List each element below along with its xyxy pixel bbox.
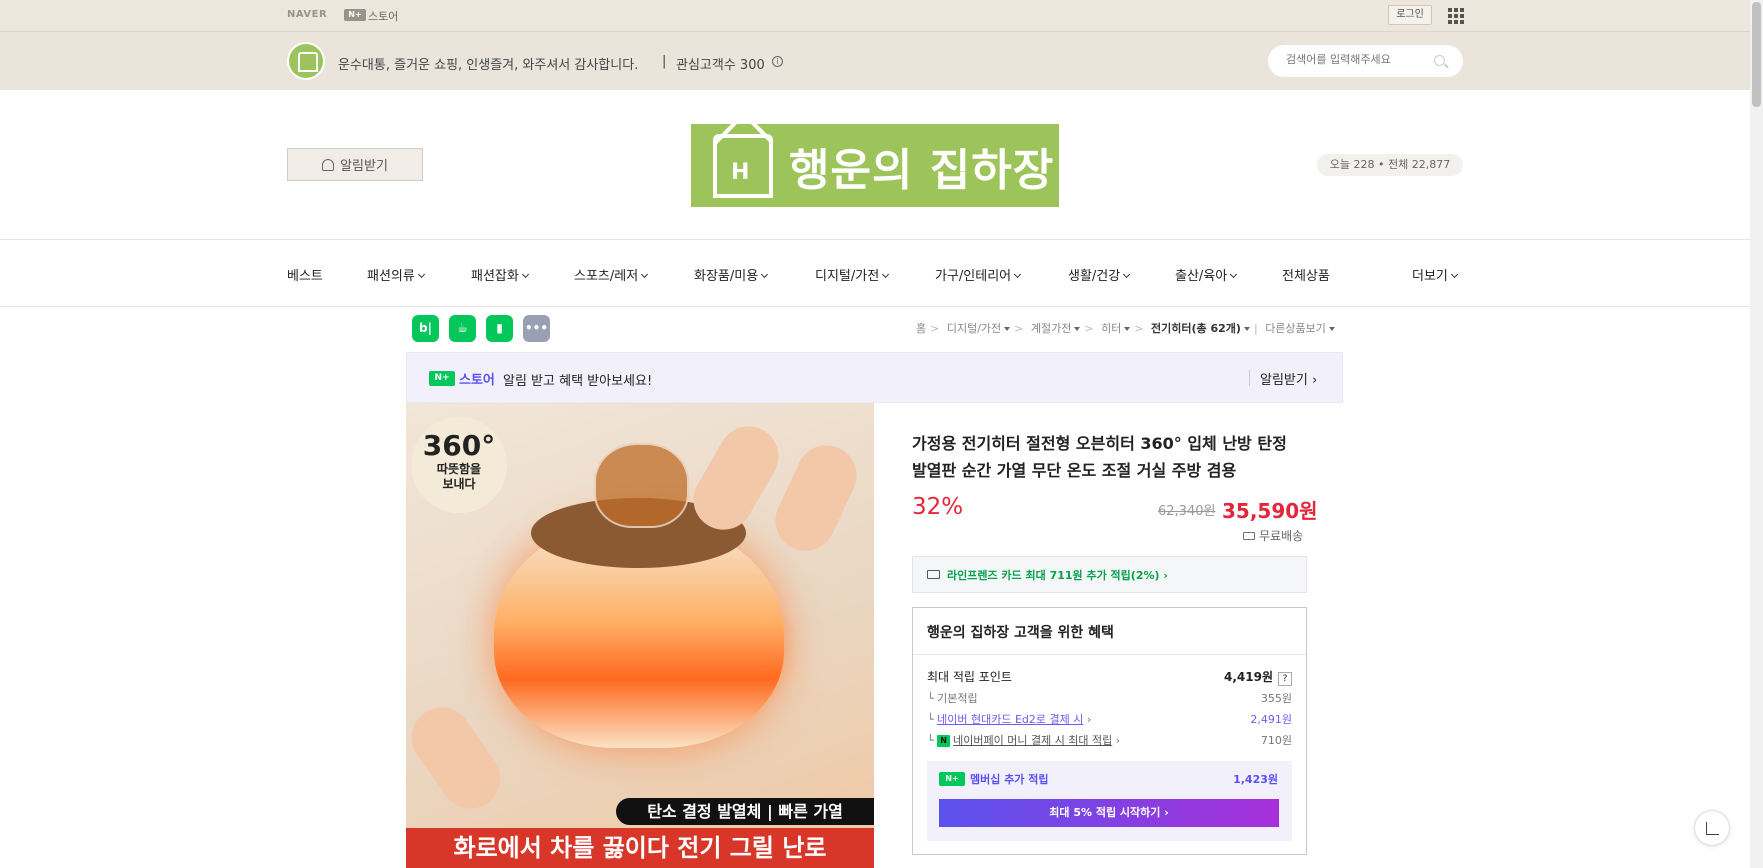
scrollbar-thumb[interactable] bbox=[1752, 2, 1761, 107]
nstore-alarm-link[interactable]: 알림받기 › bbox=[1260, 369, 1317, 388]
breadcrumb-item[interactable]: 계절가전 bbox=[1031, 322, 1071, 335]
kettle-illustration bbox=[594, 443, 689, 528]
hand-illustration bbox=[765, 435, 867, 561]
badge-360: 360° 따뜻함을 보내다 bbox=[411, 417, 507, 513]
breadcrumb-other-products[interactable]: 다른상품보기 bbox=[1265, 322, 1326, 335]
chevron-down-icon bbox=[882, 270, 890, 279]
floating-share-icon[interactable] bbox=[1694, 810, 1730, 846]
category-furniture[interactable]: 가구/인테리어 bbox=[935, 265, 1022, 284]
favorite-customer-count: 관심고객수 300 bbox=[676, 58, 765, 73]
chevron-down-icon bbox=[1014, 270, 1022, 279]
search-input[interactable] bbox=[1286, 53, 1426, 66]
product-title: 가정용 전기히터 절전형 오븐히터 360° 입체 난방 탄정 발열판 순간 가… bbox=[912, 434, 1287, 480]
max-points-row: 최대 적립 포인트 4,419원? bbox=[927, 668, 1292, 686]
category-nav: 베스트 패션의류 패션잡화 스포츠/레저 화장품/미용 디지털/가전 가구/인테… bbox=[0, 239, 1750, 307]
apps-grid-icon[interactable] bbox=[1448, 8, 1464, 24]
store-alarm-button[interactable]: 알림받기 bbox=[287, 148, 423, 181]
original-price: 62,340원 bbox=[1158, 504, 1216, 519]
alarm-label: 알림받기 bbox=[340, 159, 388, 174]
divider bbox=[913, 654, 1306, 655]
sale-price: 35,590원 bbox=[1222, 499, 1318, 523]
category-sports[interactable]: 스포츠/레저 bbox=[574, 265, 649, 284]
chevron-down-icon bbox=[1450, 270, 1458, 279]
nstore-notice-banner: N+ 스토어 알림 받고 혜택 받아보세요! 알림받기 › bbox=[406, 352, 1343, 403]
bell-icon bbox=[322, 158, 335, 171]
house-logo-icon: H bbox=[713, 133, 773, 198]
cafe-share-icon[interactable]: ☕ bbox=[449, 315, 476, 342]
help-icon[interactable]: ? bbox=[1278, 672, 1292, 686]
bookmark-share-icon[interactable]: ▮ bbox=[486, 315, 513, 342]
login-button[interactable]: 로그인 bbox=[1388, 5, 1432, 25]
visitor-count: 오늘 228 • 전체 22,877 bbox=[1317, 154, 1463, 176]
category-best[interactable]: 베스트 bbox=[287, 265, 323, 284]
membership-start-button[interactable]: 최대 5% 적립 시작하기 › bbox=[939, 799, 1279, 827]
info-icon[interactable]: i bbox=[772, 56, 783, 67]
store-search-box[interactable] bbox=[1268, 45, 1463, 77]
card-offer-text: 라인프렌즈 카드 최대 711원 추가 적립(2%) › bbox=[947, 568, 1168, 582]
chevron-down-icon bbox=[761, 270, 769, 279]
category-all-products[interactable]: 전체상품 bbox=[1282, 265, 1330, 284]
store-header-strip bbox=[0, 32, 1750, 90]
image-caption-headline: 화로에서 차를 끓이다 전기 그릴 난로 bbox=[406, 828, 874, 868]
membership-label: 멤버십 추가 적립 bbox=[970, 773, 1049, 786]
category-fashion-clothing[interactable]: 패션의류 bbox=[367, 265, 425, 284]
category-digital[interactable]: 디지털/가전 bbox=[815, 265, 890, 284]
hyundai-card-points-row[interactable]: └ 네이버 현대카드 Ed2로 결제 시 › 2,491원 bbox=[927, 711, 1292, 727]
category-more[interactable]: 더보기 bbox=[1412, 265, 1458, 284]
hand-illustration bbox=[406, 695, 513, 821]
divider bbox=[1249, 370, 1250, 386]
nplus-badge: N+ bbox=[429, 371, 455, 386]
breadcrumb-item[interactable]: 히터 bbox=[1101, 322, 1121, 335]
breadcrumb: 홈 > 디지털/가전 > 계절가전 > 히터 > 전기히터(총 62개) | 다른상품보기 bbox=[916, 320, 1335, 336]
membership-box: N+ 멤버십 추가 적립 1,423원 최대 5% 적립 시작하기 › bbox=[927, 761, 1292, 841]
category-fashion-goods[interactable]: 패션잡화 bbox=[471, 265, 529, 284]
nplus-badge[interactable]: N+ bbox=[344, 9, 366, 21]
breadcrumb-current[interactable]: 전기히터(총 62개) bbox=[1151, 322, 1241, 335]
customer-benefit-box: 행운의 집하장 고객을 위한 혜택 최대 적립 포인트 4,419원? └ 기본… bbox=[912, 607, 1307, 855]
truck-icon bbox=[1243, 531, 1255, 540]
chevron-down-icon bbox=[641, 270, 649, 279]
naver-logo[interactable]: NAVER bbox=[287, 9, 327, 20]
chevron-down-icon bbox=[417, 270, 425, 279]
shipping-info: 무료배송 bbox=[1243, 527, 1303, 544]
category-beauty[interactable]: 화장품/미용 bbox=[694, 265, 769, 284]
scrollbar[interactable] bbox=[1750, 0, 1763, 868]
shipping-label: 무료배송 bbox=[1259, 529, 1304, 543]
slogan-separator: | bbox=[662, 54, 667, 69]
image-caption-feature: 탄소 결정 발열체 | 빠른 가열 bbox=[616, 798, 874, 825]
chevron-down-icon bbox=[1230, 270, 1238, 279]
credit-card-icon bbox=[927, 570, 940, 579]
chevron-down-icon bbox=[521, 270, 529, 279]
nstore-notice-text: 알림 받고 혜택 받아보세요! bbox=[503, 374, 653, 389]
category-living[interactable]: 생활/건강 bbox=[1068, 265, 1131, 284]
chevron-down-icon bbox=[1123, 270, 1131, 279]
card-offer-box[interactable]: 라인프렌즈 카드 최대 711원 추가 적립(2%) › bbox=[912, 556, 1307, 593]
discount-rate: 32% bbox=[912, 494, 964, 520]
basic-points-row: └ 기본적립 355원 bbox=[927, 692, 1292, 705]
search-icon[interactable] bbox=[1434, 55, 1445, 66]
global-nav-bar bbox=[0, 0, 1750, 32]
nplus-badge: N+ bbox=[939, 772, 965, 786]
store-main-logo[interactable]: H 행운의 집하장 bbox=[691, 124, 1059, 207]
breadcrumb-item[interactable]: 디지털/가전 bbox=[947, 322, 1001, 335]
store-profile-logo[interactable] bbox=[287, 42, 325, 80]
nplus-store-link[interactable]: 스토어 bbox=[368, 8, 398, 24]
npay-points-row[interactable]: └ N 네이버페이 머니 결제 시 최대 적립 › 710원 bbox=[927, 732, 1292, 748]
npay-icon: N bbox=[937, 735, 951, 747]
product-main-image[interactable]: 360° 따뜻함을 보내다 탄소 결정 발열체 | 빠른 가열 화로에서 차를 … bbox=[406, 403, 874, 868]
nstore-label: 스토어 bbox=[459, 373, 495, 388]
breadcrumb-home[interactable]: 홈 bbox=[916, 322, 926, 335]
benefit-title: 행운의 집하장 고객을 위한 혜택 bbox=[927, 625, 1114, 641]
more-share-icon[interactable]: ••• bbox=[523, 315, 550, 342]
store-slogan: 운수대통, 즐거운 쇼핑, 인생즐겨, 와주셔서 감사합니다. bbox=[338, 58, 639, 73]
blog-share-icon[interactable]: b| bbox=[412, 315, 439, 342]
category-baby[interactable]: 출산/육아 bbox=[1175, 265, 1238, 284]
store-name-logo-text: 행운의 집하장 bbox=[789, 144, 1055, 196]
membership-amount: 1,423원 bbox=[1233, 773, 1278, 786]
